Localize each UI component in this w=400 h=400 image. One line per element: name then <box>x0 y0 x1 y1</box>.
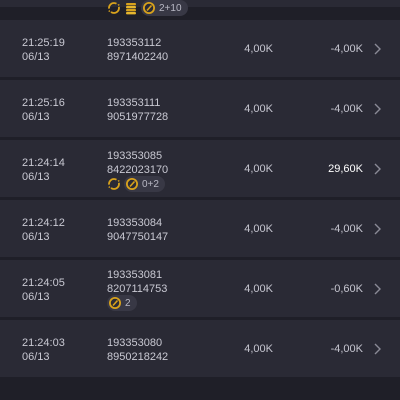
history-row[interactable]: 21:25:16 06/13 193353111 9051977728 4,00… <box>0 80 400 137</box>
row-round-code: 9047750147 <box>107 231 169 243</box>
chevron-right-icon[interactable] <box>373 342 383 356</box>
badge-pill: 2 <box>107 295 137 311</box>
row-result: -4,00K <box>330 103 363 115</box>
row-time: 21:24:14 <box>22 157 65 169</box>
badge-pill: 2+10 <box>141 0 188 16</box>
refresh-icon <box>107 1 121 15</box>
chevron-right-icon[interactable] <box>373 162 383 176</box>
row-date: 06/13 <box>22 231 50 243</box>
row-round-id: 193353081 <box>107 269 163 281</box>
row-bet-amount: 4,00K <box>244 43 273 55</box>
row-date: 06/13 <box>22 51 50 63</box>
row-round-code: 8971402240 <box>107 51 169 63</box>
chevron-right-icon[interactable] <box>373 42 383 56</box>
wild-icon <box>108 296 122 310</box>
refresh-icon <box>107 177 121 191</box>
row-bet-amount: 4,00K <box>244 283 273 295</box>
row-round-id: 193353112 <box>107 37 162 49</box>
row-result: -0,60K <box>330 283 363 295</box>
chevron-right-icon[interactable] <box>373 282 383 296</box>
chevron-right-icon[interactable] <box>373 102 383 116</box>
chevron-right-icon[interactable] <box>373 222 383 236</box>
row-bet-amount: 4,00K <box>244 223 273 235</box>
badge-count: 2+10 <box>159 2 182 14</box>
row-time: 21:25:16 <box>22 97 65 109</box>
row-round-id: 193353085 <box>107 150 163 162</box>
row-result: 29,60K <box>328 163 363 175</box>
row-time: 21:24:05 <box>22 277 65 289</box>
badge-count: 0+2 <box>142 178 159 190</box>
history-row[interactable]: 21:24:12 06/13 193353084 9047750147 4,00… <box>0 200 400 257</box>
history-row[interactable]: 21:25:19 06/13 193353112 8971402240 4,00… <box>0 20 400 77</box>
row-date: 06/13 <box>22 111 50 123</box>
row-badges: 2 <box>107 295 137 311</box>
wild-icon <box>125 177 139 191</box>
wild-icon <box>142 1 156 15</box>
coins-stack-icon <box>124 1 138 15</box>
row-date: 06/13 <box>22 171 50 183</box>
row-date: 06/13 <box>22 291 50 303</box>
row-badges: 2+10 <box>107 0 188 16</box>
badge-count: 2 <box>125 297 131 309</box>
row-time: 21:24:03 <box>22 337 65 349</box>
row-bet-amount: 4,00K <box>244 103 273 115</box>
row-result: -4,00K <box>330 43 363 55</box>
row-result: -4,00K <box>330 343 363 355</box>
history-row[interactable]: 21:24:03 06/13 193353080 8950218242 4,00… <box>0 320 400 377</box>
row-time: 21:25:19 <box>22 37 65 49</box>
row-result: -4,00K <box>330 223 363 235</box>
row-bet-amount: 4,00K <box>244 163 273 175</box>
row-round-id: 193353111 <box>107 97 161 109</box>
row-date: 06/13 <box>22 351 50 363</box>
badge-pill: 0+2 <box>124 176 165 192</box>
row-round-id: 193353080 <box>107 337 163 349</box>
row-round-id: 193353084 <box>107 217 163 229</box>
row-bet-amount: 4,00K <box>244 343 273 355</box>
history-row[interactable]: 21:24:05 06/13 193353081 8207114753 2 4,… <box>0 260 400 317</box>
row-round-code: 9051977728 <box>107 111 169 123</box>
row-round-code: 8950218242 <box>107 351 169 363</box>
row-time: 21:24:12 <box>22 217 65 229</box>
history-row[interactable]: 2+10 <box>0 0 400 16</box>
history-row[interactable]: 21:24:14 06/13 193353085 8422023170 0+2 … <box>0 140 400 197</box>
row-badges: 0+2 <box>107 176 165 192</box>
